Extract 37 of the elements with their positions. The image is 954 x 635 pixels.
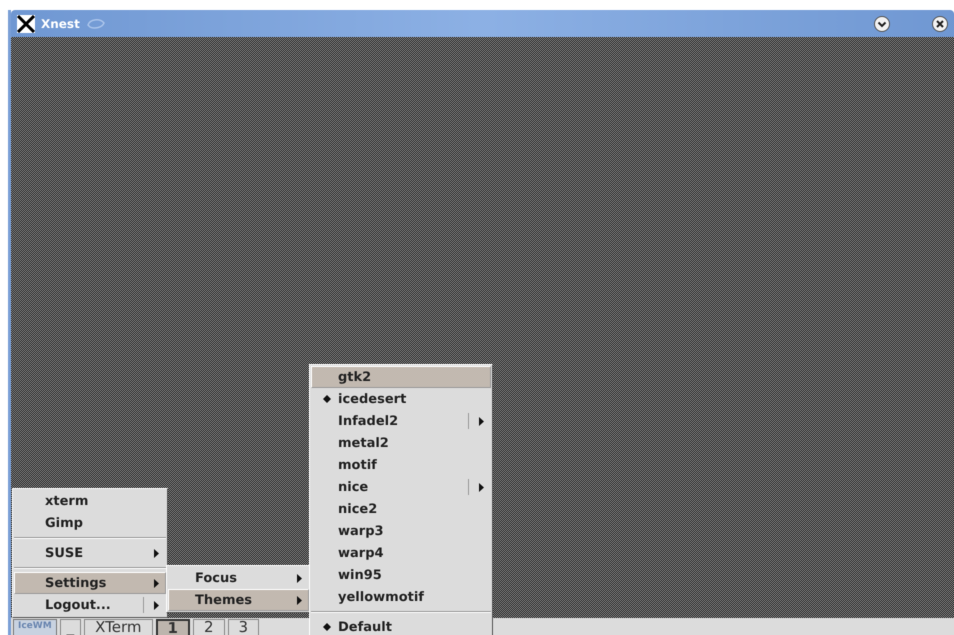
menu-item[interactable]: warp4 [311, 542, 491, 564]
menu-item[interactable]: Themes [168, 589, 309, 611]
arrow-right-icon [154, 578, 159, 588]
menu-item[interactable]: win95 [311, 564, 491, 586]
diamond-icon [323, 623, 331, 631]
workspace-button[interactable]: 2 [192, 619, 225, 635]
menu-item[interactable]: nice2 [311, 498, 491, 520]
menu-item[interactable]: Gimp [14, 512, 166, 534]
workspace-button[interactable]: 3 [228, 619, 260, 635]
arrow-right-icon [479, 482, 484, 492]
menu-item[interactable]: Infadel2 [311, 410, 491, 432]
menu-item[interactable]: Focus [168, 567, 309, 589]
arrow-right-icon [154, 548, 159, 558]
menu-item[interactable]: nice [311, 476, 491, 498]
arrow-right-icon [297, 574, 302, 582]
arrow-right-icon [297, 596, 302, 604]
workspace-button[interactable]: 1 [156, 619, 190, 635]
menu-item[interactable]: gtk2 [311, 366, 491, 388]
menu-item[interactable]: motif [311, 454, 491, 476]
arrow-right-icon [479, 416, 484, 426]
menu-item[interactable]: metal2 [311, 432, 491, 454]
menu-item[interactable]: warp3 [311, 520, 491, 542]
menu-item[interactable]: xterm [14, 490, 166, 512]
task-button[interactable]: XTerm [84, 619, 153, 635]
chameleon-icon [86, 16, 106, 30]
menu-item[interactable]: Logout... [14, 594, 166, 616]
diamond-icon [323, 395, 331, 403]
x-logo-icon [17, 14, 35, 32]
menu-item[interactable]: icedesert [311, 388, 491, 410]
arrow-right-icon [154, 600, 159, 610]
menu-item[interactable]: Settings [14, 572, 166, 594]
collapse-button[interactable] [874, 16, 890, 32]
close-button[interactable] [932, 16, 948, 32]
menu-item[interactable]: SUSE [14, 542, 166, 564]
menu-item[interactable]: yellowmotif [311, 586, 491, 608]
window-title: Xnest [41, 16, 80, 30]
menu-item[interactable]: Default [311, 616, 491, 635]
